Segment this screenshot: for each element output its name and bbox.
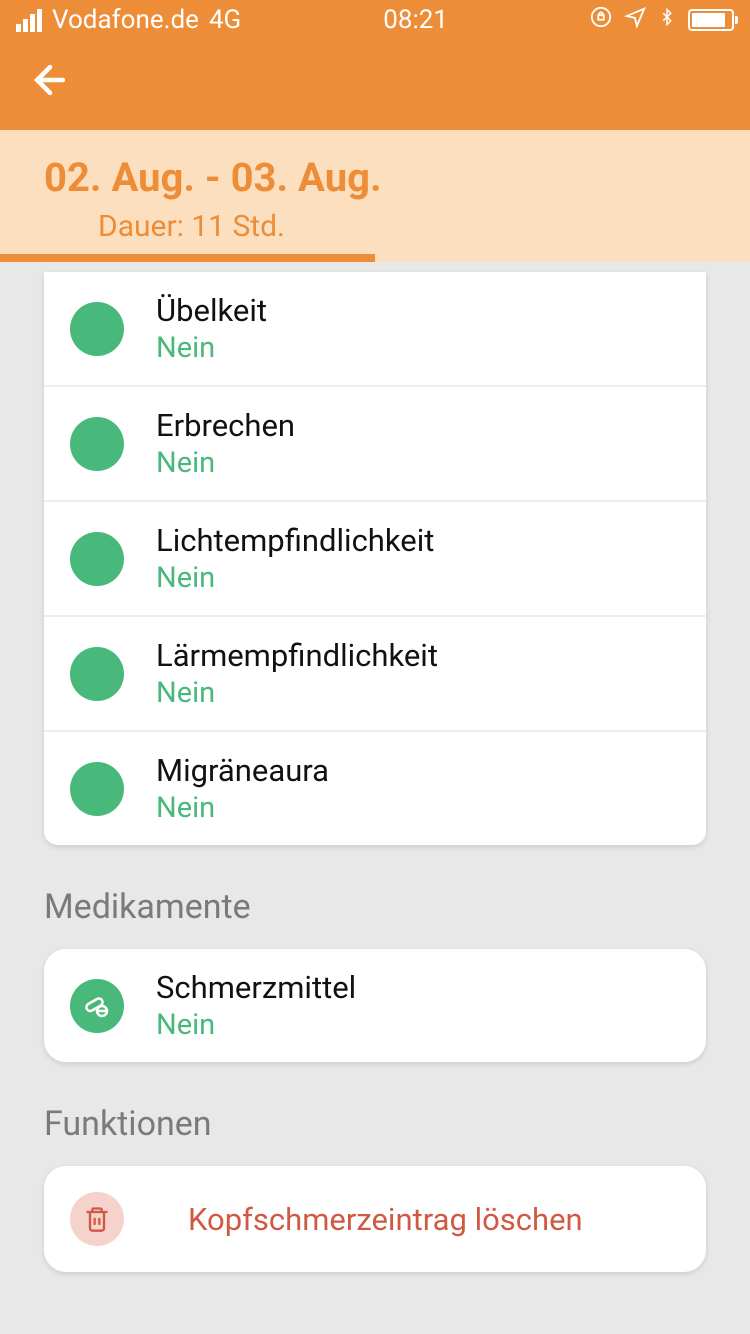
status-dot-icon — [70, 647, 124, 701]
symptom-label: Lichtempfindlichkeit — [156, 522, 680, 559]
symptom-label: Lärmempfindlichkeit — [156, 637, 680, 674]
symptom-list: Übelkeit Nein Erbrechen Nein Lichtempfin… — [44, 272, 706, 845]
symptom-value: Nein — [156, 331, 680, 365]
symptom-value: Nein — [156, 561, 680, 595]
symptom-label: Übelkeit — [156, 292, 680, 329]
symptom-label: Migräneaura — [156, 752, 680, 789]
content-area: Übelkeit Nein Erbrechen Nein Lichtempfin… — [0, 272, 750, 1272]
status-dot-icon — [70, 532, 124, 586]
status-dot-icon — [70, 417, 124, 471]
lock-rotation-icon — [590, 5, 612, 35]
status-dot-icon — [70, 762, 124, 816]
symptom-value: Nein — [156, 791, 680, 825]
list-item[interactable]: Erbrechen Nein — [44, 385, 706, 500]
duration-label: Dauer: 11 Std. — [44, 209, 706, 244]
list-item[interactable]: Lärmempfindlichkeit Nein — [44, 615, 706, 730]
symptom-value: Nein — [156, 446, 680, 480]
nav-bar — [0, 40, 750, 130]
delete-entry-button[interactable]: Kopfschmerzeintrag löschen — [44, 1166, 706, 1272]
list-item[interactable]: Schmerzmittel Nein — [44, 949, 706, 1062]
signal-icon — [16, 9, 42, 32]
status-bar: Vodafone.de 4G 08:21 — [0, 0, 750, 40]
progress-indicator — [0, 254, 375, 262]
location-icon — [624, 5, 646, 35]
section-title-functions: Funktionen — [44, 1104, 706, 1144]
battery-icon — [688, 9, 734, 31]
network-label: 4G — [209, 5, 241, 35]
list-item[interactable]: Lichtempfindlichkeit Nein — [44, 500, 706, 615]
medication-value: Nein — [156, 1008, 680, 1042]
trash-icon — [70, 1192, 124, 1246]
back-button[interactable] — [28, 58, 72, 113]
list-item[interactable]: Migräneaura Nein — [44, 730, 706, 845]
medication-label: Schmerzmittel — [156, 969, 680, 1006]
date-range: 02. Aug. - 03. Aug. — [44, 154, 706, 201]
status-dot-icon — [70, 302, 124, 356]
delete-entry-label: Kopfschmerzeintrag löschen — [188, 1201, 583, 1238]
bluetooth-icon — [658, 5, 676, 36]
symptom-label: Erbrechen — [156, 407, 680, 444]
symptom-value: Nein — [156, 676, 680, 710]
status-time: 08:21 — [383, 5, 448, 35]
list-item[interactable]: Übelkeit Nein — [44, 272, 706, 385]
pill-icon — [70, 979, 124, 1033]
medication-list: Schmerzmittel Nein — [44, 949, 706, 1062]
status-right — [590, 5, 734, 36]
section-title-medications: Medikamente — [44, 887, 706, 927]
header-section: 02. Aug. - 03. Aug. Dauer: 11 Std. — [0, 130, 750, 262]
carrier-label: Vodafone.de — [52, 5, 199, 35]
status-left: Vodafone.de 4G — [16, 5, 241, 35]
